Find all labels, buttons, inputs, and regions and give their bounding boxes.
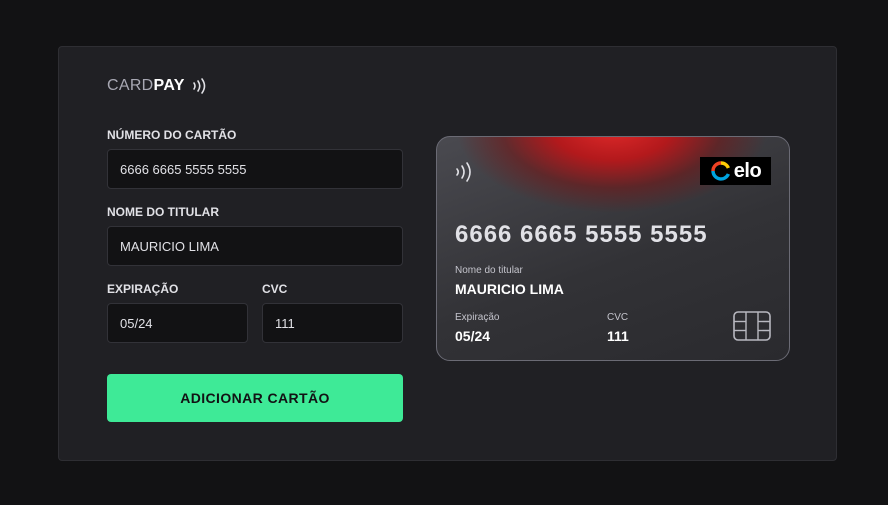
logo-text-card: CARD	[107, 77, 154, 94]
contactless-icon	[192, 78, 205, 94]
card-preview-holder: MAURICIO LIMA	[455, 281, 564, 297]
add-card-button[interactable]: ADICIONAR CARTÃO	[107, 374, 403, 422]
card-number-input[interactable]: 6666 6665 5555 5555	[107, 149, 403, 189]
card-preview-holder-label: Nome do titular	[455, 265, 523, 276]
holder-name-input[interactable]: MAURICIO LIMA	[107, 226, 403, 266]
card-preview-number: 6666 6665 5555 5555	[455, 221, 708, 248]
card-preview-expiration-label: Expiração	[455, 312, 500, 323]
contactless-icon	[456, 162, 471, 182]
logo-text-pay: PAY	[153, 77, 185, 94]
card-form-panel: CARD PAY NÚMERO DO CARTÃO 6666 6665 5555 …	[58, 46, 837, 461]
card-preview-cvc-label: CVC	[607, 312, 629, 323]
elo-ring-icon	[711, 161, 730, 181]
expiration-label: EXPIRAÇÃO	[107, 282, 179, 296]
expiration-input[interactable]: 05/24	[107, 303, 248, 343]
card-number-input-value: 6666 6665 5555 5555	[120, 161, 247, 177]
app-logo: CARD PAY	[107, 77, 208, 95]
holder-name-input-value: MAURICIO LIMA	[120, 238, 219, 254]
cvc-input-value: 111	[275, 315, 295, 331]
card-preview-cvc: 111	[607, 328, 629, 344]
holder-name-label: NOME DO TITULAR	[107, 205, 219, 219]
elo-logo: elo	[700, 157, 771, 185]
cvc-input[interactable]: 111	[262, 303, 403, 343]
expiration-input-value: 05/24	[120, 315, 153, 331]
card-preview-expiration: 05/24	[455, 328, 491, 344]
card-preview: elo 6666 6665 5555 5555 Nome do titular …	[436, 136, 790, 361]
chip-icon	[733, 311, 771, 341]
cvc-label: CVC	[262, 282, 288, 296]
elo-wordmark: elo	[733, 159, 762, 182]
card-number-label: NÚMERO DO CARTÃO	[107, 128, 237, 142]
